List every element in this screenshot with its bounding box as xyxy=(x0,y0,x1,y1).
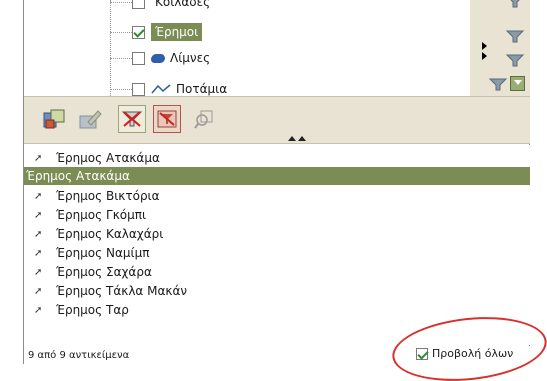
list-item-label: Έρημος Ταρ xyxy=(56,303,129,317)
show-all-checkbox-box[interactable] xyxy=(416,347,428,360)
list-item[interactable]: ➚ Έρημος Γκόμπι xyxy=(24,206,530,224)
layer-properties-button[interactable] xyxy=(40,105,68,133)
funnel-filter-icon xyxy=(121,111,143,127)
list-item[interactable]: ➚ Έρημος Ταρ xyxy=(24,301,530,319)
tree-branch-line xyxy=(110,31,132,33)
zoom-to-icon xyxy=(194,110,213,129)
list-item[interactable]: ➚ Έρημος Ατακάμα xyxy=(24,149,530,167)
tree-item-checkbox[interactable] xyxy=(132,51,145,65)
filter-icon[interactable] xyxy=(505,0,525,8)
tree-item-label: Έρημοι xyxy=(151,23,203,41)
arrow-icon: ➚ xyxy=(34,285,43,297)
list-item[interactable]: ➚ Έρημος Τάκλα Μακάν xyxy=(24,282,530,300)
filter-icon[interactable] xyxy=(488,77,508,91)
list-item-label: Έρημος Ναμίμπ xyxy=(56,246,150,260)
list-item[interactable]: ➚ Έρημος Σαχάρα xyxy=(24,263,530,281)
list-item-label: Έρημος Γκόμπι xyxy=(56,208,147,222)
arrow-icon: ➚ xyxy=(34,152,43,164)
tree-item-rivers[interactable]: Ποτάμια xyxy=(110,78,231,96)
arrow-icon: ➚ xyxy=(34,209,43,221)
lake-icon xyxy=(151,53,165,63)
tree-item-label: Κοιλάδες xyxy=(155,0,211,9)
tree-item-label: Ποτάμια xyxy=(176,82,228,96)
tree-item-checkbox[interactable] xyxy=(132,82,145,96)
list-item[interactable]: ➚ Έρημος Καλαχάρι xyxy=(24,225,530,243)
arrow-icon: ➚ xyxy=(34,190,43,202)
arrow-icon: ➚ xyxy=(34,266,43,278)
arrow-icon: ➚ xyxy=(34,304,43,316)
clear-filter-icon xyxy=(157,110,177,128)
edit-button[interactable] xyxy=(76,105,104,133)
tree-item-label: Λίμνες xyxy=(170,51,211,65)
status-bar: 9 από 9 αντικείμενα Προβολή όλων xyxy=(24,346,530,364)
list-item-label: Έρημος Καλαχάρι xyxy=(56,227,164,241)
filter-button[interactable] xyxy=(118,105,146,133)
tree-item-lakes[interactable]: Λίμνες xyxy=(110,47,214,69)
tree-item-checkbox[interactable] xyxy=(132,0,145,9)
object-list[interactable]: ➚ Έρημος Ατακάμα Έρημος Ατακάμα ➚ Έρημος… xyxy=(24,145,530,345)
layer-properties-icon xyxy=(43,109,65,129)
list-item[interactable]: ➚ Έρημος Ναμίμπ xyxy=(24,244,530,262)
tree-item-checkbox[interactable] xyxy=(132,25,145,39)
list-item-selected[interactable]: Έρημος Ατακάμα xyxy=(24,167,530,185)
layer-tree[interactable]: Κοιλάδες Έρημοι Λίμνες Ποτάμια xyxy=(24,0,470,96)
object-count-text: 9 από 9 αντικείμενα xyxy=(28,349,130,361)
object-toolbar xyxy=(24,96,530,144)
filter-icon[interactable] xyxy=(505,29,525,43)
tree-branch-line xyxy=(110,57,132,59)
splitter-arrows-icon[interactable] xyxy=(482,40,492,60)
list-item-label: Έρημος Ατακάμα xyxy=(56,151,160,165)
tree-branch-line xyxy=(110,1,132,3)
list-item-label: Έρημος Σαχάρα xyxy=(56,265,152,279)
tree-branch-line xyxy=(110,88,132,90)
show-all-checkbox[interactable]: Προβολή όλων xyxy=(416,347,513,360)
splitter-grip-icon[interactable] xyxy=(286,135,308,141)
river-icon xyxy=(151,84,171,94)
edit-icon xyxy=(79,110,102,129)
show-all-label: Προβολή όλων xyxy=(432,347,514,360)
list-item-label: Έρημος Βικτόρια xyxy=(56,189,160,203)
list-item-label: Έρημος Τάκλα Μακάν xyxy=(56,284,188,298)
tree-item-valleys[interactable]: Κοιλάδες xyxy=(110,0,214,13)
zoom-to-button[interactable] xyxy=(190,105,218,133)
list-item-label: Έρημος Ατακάμα xyxy=(26,169,130,183)
tree-item-deserts[interactable]: Έρημοι xyxy=(110,21,203,43)
arrow-icon: ➚ xyxy=(34,247,43,259)
clear-filter-button[interactable] xyxy=(153,105,181,133)
dropdown-toggle-button[interactable] xyxy=(510,76,525,91)
arrow-icon: ➚ xyxy=(34,228,43,240)
filter-icon[interactable] xyxy=(505,53,525,67)
list-item[interactable]: ➚ Έρημος Βικτόρια xyxy=(24,187,530,205)
